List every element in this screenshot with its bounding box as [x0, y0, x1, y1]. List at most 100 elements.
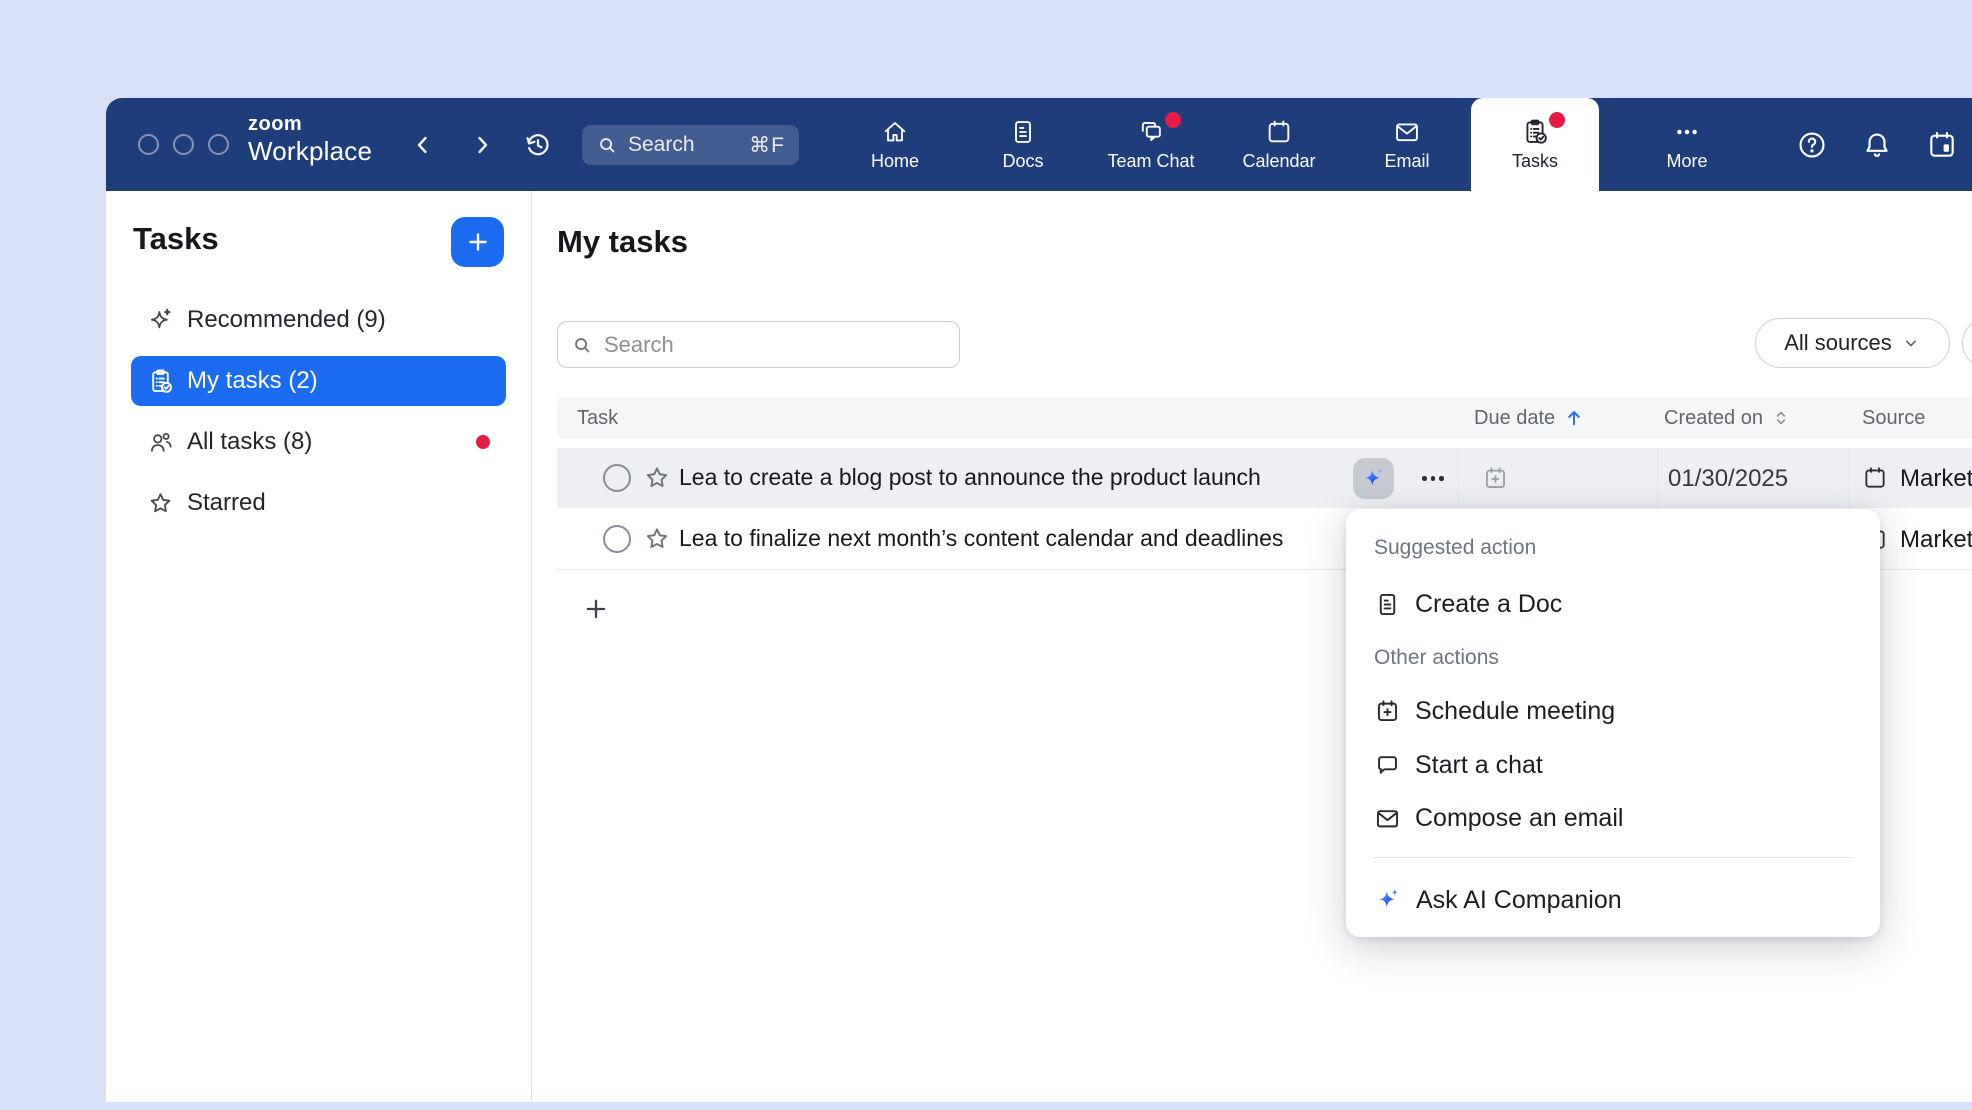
- nav-item-team-chat[interactable]: Team Chat: [1087, 98, 1215, 191]
- global-search-placeholder: Search: [628, 133, 695, 157]
- sources-filter-label: All sources: [1784, 330, 1892, 356]
- zoom-workplace-app: zoom Workplace Search ⌘F Home: [0, 0, 1972, 1110]
- column-header-source: Source: [1862, 397, 1925, 439]
- tasks-clipboard-icon: [147, 368, 174, 395]
- plus-icon: [582, 595, 610, 623]
- nav-label-team-chat: Team Chat: [1107, 151, 1194, 172]
- nav-item-email[interactable]: Email: [1343, 98, 1471, 191]
- ai-companion-task-button[interactable]: [1353, 458, 1394, 499]
- star-icon: [643, 464, 671, 492]
- menu-item-start-chat[interactable]: Start a chat: [1374, 743, 1860, 787]
- forward-button[interactable]: [465, 128, 499, 162]
- back-button[interactable]: [406, 128, 440, 162]
- help-button[interactable]: [1796, 129, 1828, 161]
- table-header: Task Due date Created on Source: [557, 397, 1972, 439]
- add-task-button[interactable]: [578, 591, 614, 627]
- search-shortcut-hint: ⌘F: [749, 133, 785, 158]
- star-icon: [147, 490, 174, 517]
- all-tasks-notification-dot: [476, 435, 490, 449]
- nav-label-more: More: [1666, 151, 1707, 172]
- star-task-button[interactable]: [643, 525, 671, 553]
- zoom-workplace-logo: zoom Workplace: [248, 114, 372, 164]
- task-title[interactable]: Lea to create a blog post to announce th…: [679, 464, 1261, 491]
- sidebar-item-label: Starred: [187, 489, 266, 517]
- nav-item-more[interactable]: More: [1623, 98, 1751, 191]
- sort-ascending-icon: [1563, 407, 1585, 429]
- home-icon: [881, 118, 909, 146]
- task-search-input[interactable]: [602, 331, 946, 359]
- add-due-date-button[interactable]: [1482, 465, 1509, 492]
- logo-workplace-text: Workplace: [248, 138, 372, 164]
- doc-icon: [1374, 591, 1401, 618]
- tasks-clipboard-icon: [1521, 118, 1549, 146]
- notifications-button[interactable]: [1861, 129, 1893, 161]
- history-button[interactable]: [521, 128, 555, 162]
- logo-zoom-text: zoom: [248, 114, 372, 134]
- menu-item-label: Schedule meeting: [1415, 697, 1615, 726]
- tasks-sidebar: Tasks Recommended (9) My tasks (2): [106, 191, 532, 1102]
- global-search-bar[interactable]: Search ⌘F: [582, 125, 799, 165]
- nav-label-email: Email: [1384, 151, 1429, 172]
- task-title[interactable]: Lea to finalize next month’s content cal…: [679, 525, 1283, 552]
- created-on-value: 01/30/2025: [1668, 465, 1788, 493]
- topbar-right-icons: [1796, 98, 1958, 191]
- nav-item-docs[interactable]: Docs: [959, 98, 1087, 191]
- top-navigation-bar: zoom Workplace Search ⌘F Home: [106, 98, 1972, 191]
- sidebar-item-all-tasks[interactable]: All tasks (8): [131, 417, 506, 467]
- column-header-created-on[interactable]: Created on: [1664, 397, 1791, 439]
- nav-item-calendar[interactable]: Calendar: [1215, 98, 1343, 191]
- menu-divider: [1373, 857, 1853, 858]
- clipped-filter-button[interactable]: [1962, 318, 1972, 368]
- menu-item-create-doc[interactable]: Create a Doc: [1374, 582, 1860, 626]
- chat-bubble-icon: [1374, 752, 1401, 779]
- sidebar-item-label: My tasks (2): [187, 367, 318, 395]
- search-icon: [596, 134, 618, 156]
- menu-section-suggested: Suggested action: [1374, 536, 1536, 560]
- chevron-right-icon: [470, 133, 494, 157]
- calendar-plus-icon: [1482, 465, 1509, 492]
- source-value[interactable]: Marketing: [1900, 526, 1972, 554]
- column-header-task: Task: [577, 397, 618, 439]
- sidebar-item-recommended[interactable]: Recommended (9): [131, 295, 506, 345]
- task-complete-checkbox[interactable]: [603, 464, 631, 492]
- nav-item-tasks-active[interactable]: Tasks: [1471, 98, 1599, 191]
- sort-both-icon: [1771, 408, 1791, 428]
- task-more-actions-button[interactable]: [1413, 458, 1453, 499]
- menu-item-compose-email[interactable]: Compose an email: [1374, 796, 1860, 840]
- bell-icon: [1861, 129, 1893, 161]
- calendar-date-icon: [1926, 129, 1958, 161]
- task-row-1[interactable]: Lea to create a blog post to announce th…: [557, 448, 1972, 508]
- sidebar-item-my-tasks[interactable]: My tasks (2): [131, 356, 506, 406]
- sidebar-item-starred[interactable]: Starred: [131, 478, 506, 528]
- sources-filter-dropdown[interactable]: All sources: [1755, 318, 1950, 368]
- nav-label-home: Home: [871, 151, 919, 172]
- menu-item-ask-ai-companion[interactable]: Ask AI Companion: [1374, 878, 1860, 922]
- star-task-button[interactable]: [643, 464, 671, 492]
- sidebar-item-label: All tasks (8): [187, 428, 312, 456]
- mini-calendar-button[interactable]: [1926, 129, 1958, 161]
- docs-icon: [1009, 118, 1037, 146]
- source-calendar-icon: [1862, 465, 1888, 491]
- column-header-due-date[interactable]: Due date: [1474, 397, 1585, 439]
- sidebar-title: Tasks: [133, 221, 219, 257]
- chevron-left-icon: [411, 133, 435, 157]
- sidebar-item-label: Recommended (9): [187, 306, 386, 334]
- task-complete-checkbox[interactable]: [603, 525, 631, 553]
- new-task-button[interactable]: [451, 217, 504, 267]
- source-value[interactable]: Marketing: [1900, 465, 1972, 493]
- menu-item-label: Create a Doc: [1415, 590, 1562, 619]
- nav-item-home[interactable]: Home: [831, 98, 959, 191]
- sparkle-icon: [147, 307, 174, 334]
- window-zoom-button[interactable]: [208, 134, 229, 155]
- menu-section-other: Other actions: [1374, 646, 1499, 670]
- window-close-button[interactable]: [138, 134, 159, 155]
- email-icon: [1374, 805, 1401, 832]
- team-chat-icon: [1137, 118, 1165, 146]
- help-icon: [1796, 129, 1828, 161]
- page-title: My tasks: [557, 224, 688, 260]
- menu-item-schedule-meeting[interactable]: Schedule meeting: [1374, 689, 1860, 733]
- ai-sparkle-icon: [1360, 465, 1387, 492]
- tasks-notification-dot: [1549, 112, 1565, 128]
- window-minimize-button[interactable]: [173, 134, 194, 155]
- history-clock-icon: [523, 130, 553, 160]
